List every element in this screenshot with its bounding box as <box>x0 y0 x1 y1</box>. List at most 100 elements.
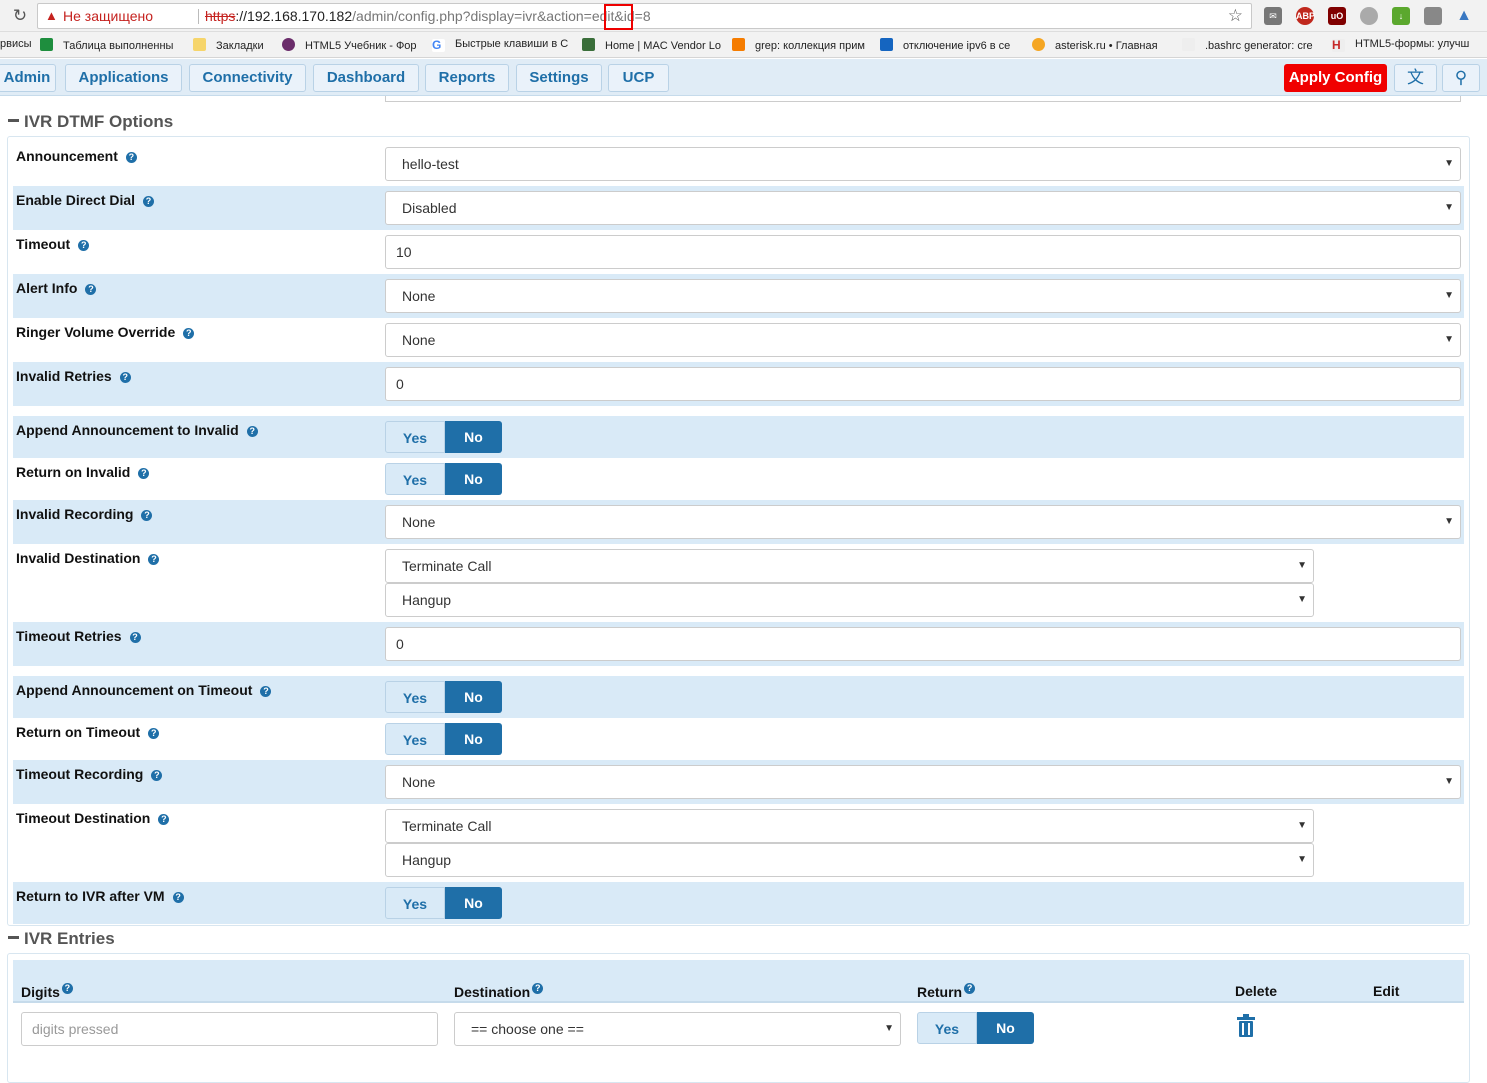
direct-dial-select[interactable]: Disabled ▼ <box>385 191 1461 225</box>
help-icon[interactable]: ? <box>129 632 141 643</box>
help-icon[interactable]: ? <box>172 892 184 903</box>
help-icon[interactable]: ? <box>148 728 160 739</box>
insecure-label: Не защищено <box>63 8 153 24</box>
ringer-volume-select[interactable]: None ▼ <box>385 323 1461 357</box>
ublock-icon[interactable]: uO <box>1328 7 1346 25</box>
help-icon[interactable]: ? <box>78 240 90 251</box>
bookmark-item[interactable]: G Быстрые клавиши в С <box>432 38 568 52</box>
search-icon[interactable]: ⚲ <box>1442 64 1480 92</box>
bookmark-item[interactable]: Home | MAC Vendor Lo <box>582 38 721 52</box>
trash-icon[interactable] <box>1236 1014 1256 1037</box>
yes-option[interactable]: Yes <box>385 681 445 713</box>
help-icon[interactable]: ? <box>141 510 153 521</box>
help-icon[interactable]: ? <box>138 468 150 479</box>
help-icon[interactable]: ? <box>158 814 170 825</box>
section-dtmf-title[interactable]: IVR DTMF Options <box>8 112 173 132</box>
timeout-destination-sub-select[interactable]: Hangup ▼ <box>385 843 1314 877</box>
help-icon[interactable]: ? <box>246 426 258 437</box>
bookmark-item[interactable]: рвисы <box>0 38 32 50</box>
help-icon[interactable]: ? <box>85 284 97 295</box>
invalid-destination-sub-select[interactable]: Hangup ▼ <box>385 583 1314 617</box>
invalid-recording-select[interactable]: None ▼ <box>385 505 1461 539</box>
label-text: Ringer Volume Override <box>16 324 176 340</box>
reload-icon[interactable]: ↻ <box>10 6 30 26</box>
timeout-retries-input[interactable]: 0 <box>385 627 1461 661</box>
section-entries-title[interactable]: IVR Entries <box>8 929 115 949</box>
destination-select[interactable]: == choose one == ▼ <box>454 1012 901 1046</box>
select-value: Disabled <box>402 200 457 216</box>
digits-input[interactable]: digits pressed <box>21 1012 438 1046</box>
no-option[interactable]: No <box>445 723 502 755</box>
help-icon[interactable]: ? <box>125 152 137 163</box>
row-return-ivr-vm: Return to IVR after VM? <box>13 882 1464 924</box>
label-text: Return on Timeout <box>16 724 141 740</box>
google-icon: G <box>432 39 445 52</box>
timeout-destination-select[interactable]: Terminate Call ▼ <box>385 809 1314 843</box>
hat-icon[interactable] <box>1360 7 1378 25</box>
yes-option[interactable]: Yes <box>385 421 445 453</box>
nav-ucp[interactable]: UCP <box>608 64 669 92</box>
bookmark-item[interactable]: отключение ipv6 в се <box>880 38 1010 52</box>
timeout-input[interactable]: 10 <box>385 235 1461 269</box>
nav-admin[interactable]: Admin <box>0 64 56 92</box>
yes-option[interactable]: Yes <box>385 887 445 919</box>
bookmark-item[interactable]: grep: коллекция прим <box>732 38 865 52</box>
select-value: None <box>402 332 436 348</box>
help-icon[interactable]: ? <box>260 686 272 697</box>
nav-applications[interactable]: Applications <box>65 64 182 92</box>
invalid-retries-input[interactable]: 0 <box>385 367 1461 401</box>
help-icon[interactable]: ? <box>964 983 976 994</box>
announcement-select[interactable]: hello-test ▼ <box>385 147 1461 181</box>
bookmark-item[interactable]: Закладки <box>193 38 264 52</box>
bookmark-label: Таблица выполненны <box>63 40 174 52</box>
chevron-down-icon: ▼ <box>1297 820 1307 831</box>
timeout-label: Timeout? <box>16 236 90 252</box>
clipboard-icon[interactable] <box>1424 7 1442 25</box>
help-icon[interactable]: ? <box>143 196 155 207</box>
chevron-down-icon: ▼ <box>1297 854 1307 865</box>
timeout-recording-select[interactable]: None ▼ <box>385 765 1461 799</box>
chevron-down-icon: ▼ <box>1444 776 1454 787</box>
help-icon[interactable]: ? <box>532 983 544 994</box>
url-path: /admin/config.php?display=ivr&action=edi… <box>352 8 635 24</box>
yes-option[interactable]: Yes <box>385 463 445 495</box>
bookmark-star-icon[interactable]: ☆ <box>1228 4 1243 28</box>
no-option[interactable]: No <box>445 463 502 495</box>
timeout-retries-label: Timeout Retries? <box>16 628 141 644</box>
yes-option[interactable]: Yes <box>385 723 445 755</box>
no-option[interactable]: No <box>977 1012 1034 1044</box>
help-icon[interactable]: ? <box>183 328 195 339</box>
help-icon[interactable]: ? <box>61 983 73 994</box>
nav-reports[interactable]: Reports <box>425 64 509 92</box>
help-icon[interactable]: ? <box>119 372 131 383</box>
apply-config-button[interactable]: Apply Config <box>1284 64 1387 92</box>
select-value: Hangup <box>402 852 452 868</box>
help-icon[interactable]: ? <box>151 770 163 781</box>
chevron-down-icon: ▼ <box>1297 560 1307 571</box>
no-option[interactable]: No <box>445 681 502 713</box>
download-icon[interactable]: ↓ <box>1392 7 1410 25</box>
no-option[interactable]: No <box>445 887 502 919</box>
bookmark-item[interactable]: Таблица выполненны <box>40 38 173 52</box>
address-bar[interactable]: ▲ Не защищено https://192.168.170.182/ad… <box>37 3 1252 29</box>
bookmark-item[interactable]: HTML5 Учебник - Фор <box>282 38 417 52</box>
label-text: Timeout <box>16 236 71 252</box>
nav-dashboard[interactable]: Dashboard <box>313 64 419 92</box>
mail-icon[interactable]: ✉ <box>1264 7 1282 25</box>
nav-connectivity[interactable]: Connectivity <box>189 64 306 92</box>
vpn-icon[interactable]: ▲ <box>1455 7 1473 25</box>
language-icon[interactable]: 文 <box>1394 64 1437 92</box>
alert-info-select[interactable]: None ▼ <box>385 279 1461 313</box>
invalid-retries-label: Invalid Retries? <box>16 368 131 384</box>
bookmark-item[interactable]: H HTML5-формы: улучш <box>1332 38 1469 52</box>
nav-settings[interactable]: Settings <box>516 64 602 92</box>
help-icon[interactable]: ? <box>148 554 160 565</box>
abp-icon[interactable]: ABP <box>1296 7 1315 25</box>
chevron-down-icon: ▼ <box>1297 594 1307 605</box>
bookmark-item[interactable]: .bashrc generator: cre <box>1182 38 1313 52</box>
invalid-destination-select[interactable]: Terminate Call ▼ <box>385 549 1314 583</box>
yes-option[interactable]: Yes <box>917 1012 977 1044</box>
no-option[interactable]: No <box>445 421 502 453</box>
append-invalid-label: Append Announcement to Invalid? <box>16 422 258 438</box>
bookmark-item[interactable]: asterisk.ru • Главная <box>1032 38 1158 52</box>
